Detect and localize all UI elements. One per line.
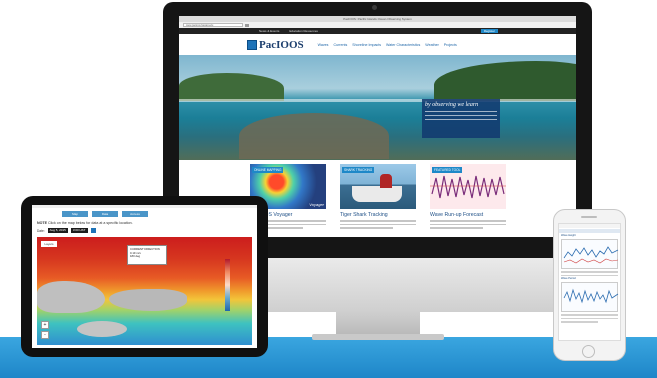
tab-access[interactable]: Access xyxy=(122,211,148,217)
person-shape xyxy=(380,174,392,188)
zoom-in-button[interactable]: + xyxy=(41,321,49,329)
current-map[interactable]: Layers CURRENT DIRECTION 0.19 m/s 180 de… xyxy=(37,237,252,345)
logo-icon xyxy=(247,39,257,50)
iphone-screen: Wave Height Wave Period xyxy=(558,223,621,341)
top-nav-news[interactable]: News & Events xyxy=(259,29,279,33)
nav-item-weather[interactable]: Weather xyxy=(425,43,439,47)
map-note: NOTE Click on the map below for data at … xyxy=(32,217,257,225)
island-shape xyxy=(109,289,187,311)
ipad-tabs: Map Data Access xyxy=(32,208,257,217)
card-shark[interactable]: SHARK TRACKING Tiger Shark Tracking xyxy=(340,164,416,229)
data-row xyxy=(561,321,598,323)
card-badge: SHARK TRACKING xyxy=(342,167,375,173)
iphone-device: Wave Height Wave Period xyxy=(553,209,626,361)
hero-caption: by observing we learn xyxy=(422,99,500,138)
note-label: NOTE xyxy=(37,221,47,225)
hero-caption-title: by observing we learn xyxy=(425,102,479,108)
nav-item-waves[interactable]: Waves xyxy=(318,43,329,47)
layers-button[interactable]: Layers xyxy=(41,241,57,247)
hero-waterline xyxy=(179,99,576,102)
tab-data[interactable]: Data xyxy=(92,211,118,217)
hero-island-left xyxy=(179,73,284,101)
bookmark-icon[interactable] xyxy=(245,23,249,27)
boat-shape xyxy=(352,186,402,202)
home-button[interactable] xyxy=(582,345,595,358)
shark-photo-thumbnail[interactable]: SHARK TRACKING xyxy=(340,164,416,209)
popup-direction: 180 deg xyxy=(130,254,141,259)
top-nav-education[interactable]: Education Resources xyxy=(289,29,318,33)
chart-title: Wave Height xyxy=(561,234,576,237)
island-shape xyxy=(37,281,105,313)
nav-item-water[interactable]: Water Characteristics xyxy=(386,43,420,47)
line-chart-icon xyxy=(563,288,619,304)
date-select[interactable]: Aug 5, 2015 xyxy=(47,228,68,233)
card-text-line xyxy=(340,220,416,222)
card-badge: ONLINE MAPPING xyxy=(252,167,284,173)
voyager-overlay-text: Voyager xyxy=(309,202,324,207)
time-select[interactable]: 3:00 HST xyxy=(70,228,88,233)
card-badge: FEATURED TOOL xyxy=(432,167,463,173)
register-button[interactable]: Register xyxy=(480,29,498,33)
card-text-line xyxy=(430,220,506,222)
zoom-out-button[interactable]: - xyxy=(41,331,49,339)
imac-stand-foot xyxy=(312,334,444,340)
main-nav: Waves Currents Shoreline Impacts Water C… xyxy=(318,43,457,47)
hero-caption-line xyxy=(425,114,497,116)
card-text-line xyxy=(430,223,506,226)
card-text-line xyxy=(340,227,394,229)
island-shape xyxy=(77,321,127,337)
data-row xyxy=(561,314,618,316)
color-legend xyxy=(225,259,230,311)
card-title[interactable]: Tiger Shark Tracking xyxy=(340,212,416,218)
chart-title: Wave Period xyxy=(561,277,576,280)
device-showcase: PacIOOS: Pacific Islands Ocean Observing… xyxy=(0,0,657,378)
hero-reef xyxy=(239,113,389,159)
speaker-icon xyxy=(581,216,597,218)
site-header: PacIOOS Waves Currents Shoreline Impacts… xyxy=(179,34,576,55)
tab-map[interactable]: Map xyxy=(62,211,88,217)
wave-chart-thumbnail[interactable]: FEATURED TOOL xyxy=(430,164,506,209)
nav-item-currents[interactable]: Currents xyxy=(333,43,347,47)
site-logo[interactable]: PacIOOS xyxy=(259,39,304,51)
wave-period-chart[interactable] xyxy=(561,282,619,312)
date-controls: Date: Aug 5, 2015 3:00 HST xyxy=(32,225,257,233)
ipad-device: Map Data Access NOTE Click on the map be… xyxy=(21,196,268,357)
card-text-line xyxy=(340,223,416,226)
data-row xyxy=(561,317,618,319)
ipad-screen: Map Data Access NOTE Click on the map be… xyxy=(32,205,257,348)
hero-banner: by observing we learn xyxy=(179,55,576,160)
camera-icon xyxy=(372,5,377,10)
card-runup[interactable]: FEATURED TOOL Wave Run-up Forecast xyxy=(430,164,506,229)
imac-stand xyxy=(336,312,420,336)
note-text: Click on the map below for data at a spe… xyxy=(47,221,133,225)
hero-caption-line xyxy=(425,118,497,120)
card-title[interactable]: Wave Run-up Forecast xyxy=(430,212,506,218)
nav-item-shoreline[interactable]: Shoreline Impacts xyxy=(352,43,381,47)
hero-island-right xyxy=(434,61,576,101)
phone-status-bar xyxy=(559,224,620,228)
play-button[interactable] xyxy=(90,228,96,233)
map-popup: CURRENT DIRECTION 0.19 m/s 180 deg xyxy=(127,245,167,265)
url-field[interactable]: www.pacioos.hawaii.edu xyxy=(183,23,243,27)
date-label: Date: xyxy=(37,228,45,233)
wave-height-chart[interactable] xyxy=(561,239,619,269)
nav-item-projects[interactable]: Projects xyxy=(444,43,457,47)
line-chart-icon xyxy=(563,246,619,264)
data-row xyxy=(561,271,618,273)
hero-caption-line xyxy=(425,110,497,112)
card-text-line xyxy=(430,227,484,229)
